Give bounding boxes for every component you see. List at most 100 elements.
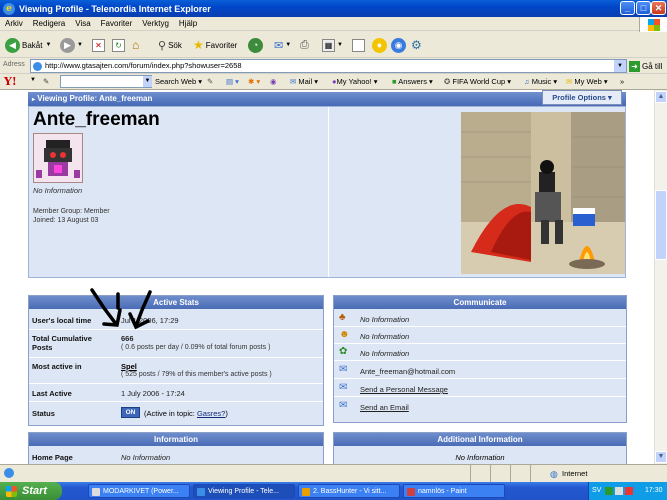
home-page-row: Home Page No Information — [29, 447, 323, 464]
local-time-row: User's local time Jul 1 2006, 17:29 — [29, 310, 323, 330]
home-button[interactable]: ⌂ — [132, 37, 139, 53]
communicate-title: Communicate — [334, 296, 626, 309]
history-icon: ◔ — [248, 37, 263, 53]
send-email-link[interactable]: Send an Email — [360, 403, 409, 412]
search-web-button[interactable]: Search Web ▾ — [155, 77, 202, 86]
scroll-up-button[interactable]: ▲ — [655, 91, 667, 103]
antispy-icon[interactable]: ✱ ▾ — [248, 77, 260, 86]
stop-button[interactable]: ✕ — [92, 37, 105, 53]
refresh-icon: ↻ — [112, 38, 125, 52]
my-web-link[interactable]: ✉ My Web ▾ — [566, 77, 608, 86]
taskbar-item[interactable]: 2. BassHunter - Vi sitt... — [298, 484, 400, 498]
yahoo-search-input[interactable] — [60, 75, 152, 88]
toolbar-more-icon[interactable]: » — [620, 77, 624, 86]
bookmark-icon[interactable]: ▤ ▾ — [226, 77, 239, 86]
send-pm-link[interactable]: Send a Personal Message — [360, 385, 448, 394]
mail-link[interactable]: ✉ Mail ▾ — [290, 77, 318, 86]
tray-icon[interactable] — [625, 487, 633, 495]
go-button[interactable]: ➜ Gå till — [629, 59, 662, 73]
print-button[interactable]: ⎙ — [300, 37, 309, 53]
answers-link[interactable]: ■ Answers ▾ — [392, 77, 433, 86]
favorites-button[interactable]: ★ Favoriter — [193, 37, 237, 53]
member-group: Member Group: Member — [33, 208, 110, 215]
yahoo-messenger-icon: ☻ — [339, 329, 350, 340]
icq-icon: ✿ — [339, 346, 348, 357]
messenger-button[interactable]: ● — [372, 37, 389, 53]
active-in-link[interactable]: Spel — [121, 362, 137, 371]
globe-icon: ◍ — [550, 469, 558, 479]
title-bar: e Viewing Profile - Telenordia Internet … — [0, 0, 667, 17]
vertical-scrollbar[interactable] — [654, 90, 667, 464]
menu-view[interactable]: Visa — [75, 19, 90, 28]
menu-favorites[interactable]: Favoriter — [101, 19, 133, 28]
taskbar-item[interactable]: namnlös - Paint — [403, 484, 505, 498]
back-button[interactable]: ◀ Bakåt ▼ — [5, 37, 51, 53]
windows-logo-icon — [6, 486, 17, 497]
taskbar-item[interactable]: MODARKIVET (Power... — [88, 484, 190, 498]
mail-button[interactable]: ✉ ▼ — [274, 37, 291, 53]
edit-icon: ▦ — [322, 38, 335, 52]
address-input[interactable]: http://www.gtasajten.com/forum/index.php… — [30, 59, 627, 73]
dropdown-arrow-icon[interactable]: ▼ — [614, 60, 626, 72]
menu-help[interactable]: Hjälp — [179, 19, 197, 28]
menu-edit[interactable]: Redigera — [33, 19, 65, 28]
fifa-link[interactable]: ✪ FIFA World Cup ▾ — [444, 77, 511, 86]
last-active-row: Last Active 1 July 2006 - 17:24 — [29, 385, 323, 402]
refresh-button[interactable]: ↻ — [112, 37, 125, 53]
stop-icon: ✕ — [92, 38, 105, 52]
communicate-row: ✉ Ante_freeman@hotmail.com — [334, 361, 626, 379]
status-topic-link[interactable]: Gasres? — [197, 409, 225, 418]
yahoo-360-icon[interactable]: ◉ — [270, 77, 277, 86]
pencil-icon[interactable]: ✎ — [43, 77, 49, 86]
history-button[interactable]: ◔ — [248, 37, 265, 53]
language-indicator[interactable]: SV — [592, 482, 601, 500]
dropdown-arrow-icon[interactable]: ▼ — [143, 76, 152, 87]
profile-header-title: Viewing Profile: Ante_freeman — [37, 94, 153, 103]
personal-text: No Information — [33, 186, 83, 195]
menu-file[interactable]: Arkiv — [5, 19, 23, 28]
research-icon: ◉ — [391, 37, 406, 53]
ie-icon: e — [3, 2, 15, 15]
msn-icon: ✉ — [339, 364, 348, 375]
research-button[interactable]: ◉ — [391, 37, 408, 53]
additional-info-title: Additional Information — [334, 433, 626, 446]
tray-icon[interactable] — [615, 487, 623, 495]
local-time-label: User's local time — [32, 316, 92, 325]
close-button[interactable]: ✕ — [651, 1, 666, 15]
music-link[interactable]: ♫ Music ▾ — [524, 77, 557, 86]
information-title: Information — [29, 433, 323, 446]
start-button[interactable]: Start — [0, 482, 62, 500]
yahoo-logo-icon[interactable]: Y! — [4, 75, 17, 88]
tray-icon[interactable] — [605, 487, 613, 495]
edit-button[interactable]: ▦ ▼ — [322, 37, 343, 53]
status-row: Status ON (Active in topic: Gasres?) — [29, 403, 323, 425]
yahoo-toolbar: Y! ▼ ✎ ▼ Search Web ▾ ✎ ▤ ▾ ✱ ▾ ◉ ✉ Mail… — [0, 74, 667, 90]
minimize-button[interactable]: _ — [620, 1, 635, 15]
home-page-value: No Information — [121, 453, 171, 462]
active-stats-panel: Active Stats User's local time Jul 1 200… — [28, 288, 324, 426]
menu-bar: Arkiv Redigera Visa Favoriter Verktyg Hj… — [0, 17, 667, 31]
mail-icon: ✉ — [274, 39, 284, 52]
discuss-button[interactable] — [352, 37, 365, 53]
active-in-detail: ( 525 posts / 79% of this member's activ… — [121, 371, 272, 378]
profile-options-button[interactable]: Profile Options ▾ — [542, 90, 622, 105]
highlight-icon[interactable]: ✎ — [207, 77, 213, 86]
clock[interactable]: 17:30 — [645, 482, 663, 500]
menu-tools[interactable]: Verktyg — [142, 19, 169, 28]
search-button[interactable]: ⚲ Sök — [158, 37, 182, 53]
chevron-down-icon[interactable]: ▼ — [30, 77, 36, 83]
maximize-button[interactable]: □ — [636, 1, 651, 15]
tools-button[interactable]: ⚙ — [411, 37, 422, 53]
my-yahoo-link[interactable]: ●My Yahoo! ▾ — [332, 77, 378, 86]
scroll-down-button[interactable]: ▼ — [655, 451, 667, 463]
profile-header: ▸ Viewing Profile: Ante_freeman — [28, 92, 626, 106]
address-label: Adress — [3, 61, 25, 68]
additional-info-value: No Information — [455, 453, 505, 462]
drawn-arrows-annotation — [90, 288, 152, 330]
scroll-thumb[interactable] — [655, 190, 667, 260]
page-icon — [33, 62, 42, 71]
taskbar-item[interactable]: Viewing Profile - Tele... — [193, 484, 295, 498]
profile-info: Ante_freeman No Information Member Group… — [29, 107, 329, 277]
last-active-label: Last Active — [32, 389, 72, 398]
forward-button[interactable]: ▶ ▼ — [60, 37, 83, 53]
